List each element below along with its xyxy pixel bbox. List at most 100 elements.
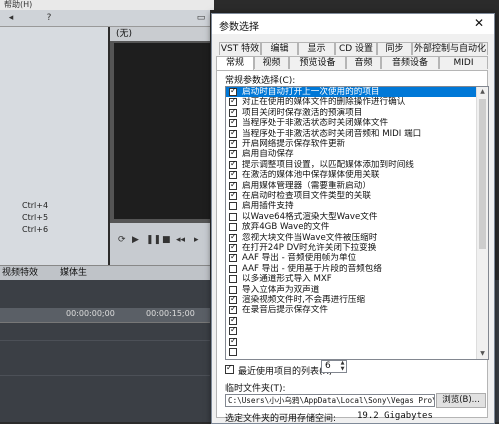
tab-preview-device[interactable]: 预览设备 (289, 56, 346, 69)
preview-controls: ⟳ ▶ ❚❚ ■ ◂◂ ▸ (110, 223, 210, 265)
item-checkbox[interactable] (229, 87, 237, 96)
item-checkbox[interactable] (229, 149, 237, 159)
list-item[interactable]: 在启动时检查项目文件类型的关联 (226, 191, 476, 201)
list-scrollbar[interactable]: ▲ ▼ (476, 87, 488, 359)
list-item[interactable]: 以Wave64格式渲染大型Wave文件 (226, 212, 476, 222)
item-checkbox[interactable] (229, 233, 237, 242)
list-label: 常规参数选择(C): (225, 76, 296, 86)
item-checkbox[interactable] (229, 202, 237, 211)
item-label: 以Wave64格式渲染大型Wave文件 (242, 211, 378, 222)
item-checkbox[interactable] (229, 191, 237, 200)
track-divider (0, 340, 210, 341)
menu-bar: 帮助(H) (0, 0, 214, 10)
free-space-value: 19.2 Gigabytes (357, 411, 433, 421)
stop-icon[interactable]: ■ (162, 235, 171, 245)
close-icon[interactable]: ✕ (472, 16, 486, 30)
list-item[interactable]: 提示调整项目设置，以匹配媒体添加到时间线 (226, 160, 476, 170)
list-item[interactable] (226, 326, 476, 336)
list-item[interactable]: 以多通道形式导入 MXF (226, 274, 476, 284)
tab-video-fx[interactable]: 视频特效 (2, 266, 38, 280)
item-checkbox[interactable] (229, 337, 237, 346)
tab-display[interactable]: 显示 (298, 42, 335, 55)
tab-editing[interactable]: 编辑 (261, 42, 298, 55)
item-checkbox[interactable] (229, 243, 237, 252)
recent-count-stepper[interactable]: 6 ▲ ▼ (321, 360, 347, 373)
list-item[interactable]: 项目关闭时保存激活的预演项目 (226, 108, 476, 118)
list-item[interactable]: 在录音后提示保存文件 (226, 305, 476, 315)
item-label: 在打开24P DV时允许关闭下拉变换 (242, 243, 377, 253)
item-checkbox[interactable] (229, 253, 237, 263)
browse-button[interactable]: 浏览(B)... (436, 393, 486, 408)
scroll-down-icon[interactable]: ▼ (477, 349, 488, 359)
item-checkbox[interactable] (229, 285, 237, 294)
item-checkbox[interactable] (229, 295, 237, 304)
item-checkbox[interactable] (229, 264, 237, 273)
list-item[interactable]: 导入立体声为双声道 (226, 285, 476, 295)
tab-vst-fx[interactable]: VST 特效 (219, 42, 261, 55)
list-item[interactable]: 启用媒体管理器（需要重新启动） (226, 181, 476, 191)
item-checkbox[interactable] (229, 170, 237, 180)
pause-icon[interactable]: ❚❚ (146, 235, 161, 245)
free-space-label: 选定文件夹的可用存储空间: (225, 414, 337, 424)
list-item[interactable]: 在激活的媒体池中保存媒体使用关联 (226, 170, 476, 180)
tab-audio-device[interactable]: 音频设备 (381, 56, 439, 69)
item-checkbox[interactable] (229, 160, 237, 169)
list-item[interactable]: 对正在使用的媒体文件的删除操作进行确认 (226, 97, 476, 107)
list-item[interactable]: 在打开24P DV时允许关闭下拉变换 (226, 243, 476, 253)
tab-external-control[interactable]: 外部控制与自动化 (412, 42, 488, 55)
item-checkbox[interactable] (229, 326, 237, 336)
list-item[interactable] (226, 337, 476, 347)
arrow-icon[interactable]: ◂ (6, 13, 16, 23)
item-label: 放弃4GB Wave的文件 (242, 222, 330, 233)
tab-video[interactable]: 视频 (254, 56, 289, 69)
list-item[interactable]: 启动时自动打开上一次使用的的项目 (226, 87, 476, 98)
scroll-up-icon[interactable]: ▲ (477, 87, 488, 97)
tab-midi[interactable]: MIDI (439, 56, 488, 69)
list-item[interactable]: AAF 导出 - 音频使用帧为单位 (226, 253, 476, 263)
list-item[interactable] (226, 316, 476, 326)
item-label: 启用插件支持 (242, 201, 294, 212)
item-checkbox[interactable] (229, 316, 237, 325)
item-checkbox[interactable] (229, 118, 237, 128)
list-item[interactable]: 启用自动保存 (226, 149, 476, 159)
item-checkbox[interactable] (229, 348, 237, 356)
window-icon[interactable]: ▭ (196, 13, 206, 23)
list-item[interactable]: 开启网络提示保存软件更新 (226, 139, 476, 149)
tab-sync[interactable]: 同步 (377, 42, 412, 55)
item-label: 以多通道形式导入 MXF (242, 274, 332, 285)
item-checkbox[interactable] (229, 223, 237, 232)
list-item[interactable]: 当程序处于非激活状态时关闭媒体文件 (226, 118, 476, 128)
list-item[interactable]: 渲染视频文件时,不会再进行压缩 (226, 295, 476, 305)
item-label: 启用自动保存 (242, 149, 294, 160)
item-checkbox[interactable] (229, 108, 237, 117)
help-icon[interactable]: ? (44, 13, 54, 23)
list-item[interactable]: 当程序处于非激活状态时关闭音频和 MIDI 端口 (226, 129, 476, 139)
list-item[interactable]: 启用插件支持 (226, 201, 476, 211)
stepper-down-icon[interactable]: ▼ (339, 367, 346, 372)
list-item[interactable]: 放弃4GB Wave的文件 (226, 222, 476, 232)
tab-media-generators[interactable]: 媒体生 (60, 266, 87, 280)
tab-audio[interactable]: 音频 (346, 56, 381, 69)
item-checkbox[interactable] (229, 275, 237, 284)
next-frame-icon[interactable]: ▸ (194, 235, 199, 245)
item-checkbox[interactable] (229, 129, 237, 138)
loop-icon[interactable]: ⟳ (118, 235, 126, 245)
list-item[interactable]: 忽视大块文件当Wave文件被压缩时 (226, 233, 476, 243)
tab-general[interactable]: 常规 (216, 56, 254, 70)
item-checkbox[interactable] (229, 212, 237, 221)
item-checkbox[interactable] (229, 181, 237, 190)
list-item[interactable] (226, 347, 476, 357)
item-checkbox[interactable] (229, 97, 237, 107)
item-checkbox[interactable] (229, 305, 237, 315)
temp-folder-input[interactable]: C:\Users\小小乌鸦\AppData\Local\Sony\Vegas P… (225, 394, 435, 407)
scroll-thumb[interactable] (479, 99, 486, 249)
item-checkbox[interactable] (229, 139, 237, 148)
recent-projects-checkbox[interactable] (225, 363, 234, 374)
list-item[interactable]: AAF 导出 - 使用基于片段的音频包络 (226, 264, 476, 274)
track-divider (0, 375, 210, 376)
tab-cd-settings[interactable]: CD 设置 (335, 42, 377, 55)
play-icon[interactable]: ▶ (132, 235, 139, 245)
prev-frame-icon[interactable]: ◂◂ (176, 235, 185, 245)
item-label: 启用媒体管理器（需要重新启动） (242, 180, 371, 191)
menu-help[interactable]: 帮助(H) (4, 0, 32, 9)
